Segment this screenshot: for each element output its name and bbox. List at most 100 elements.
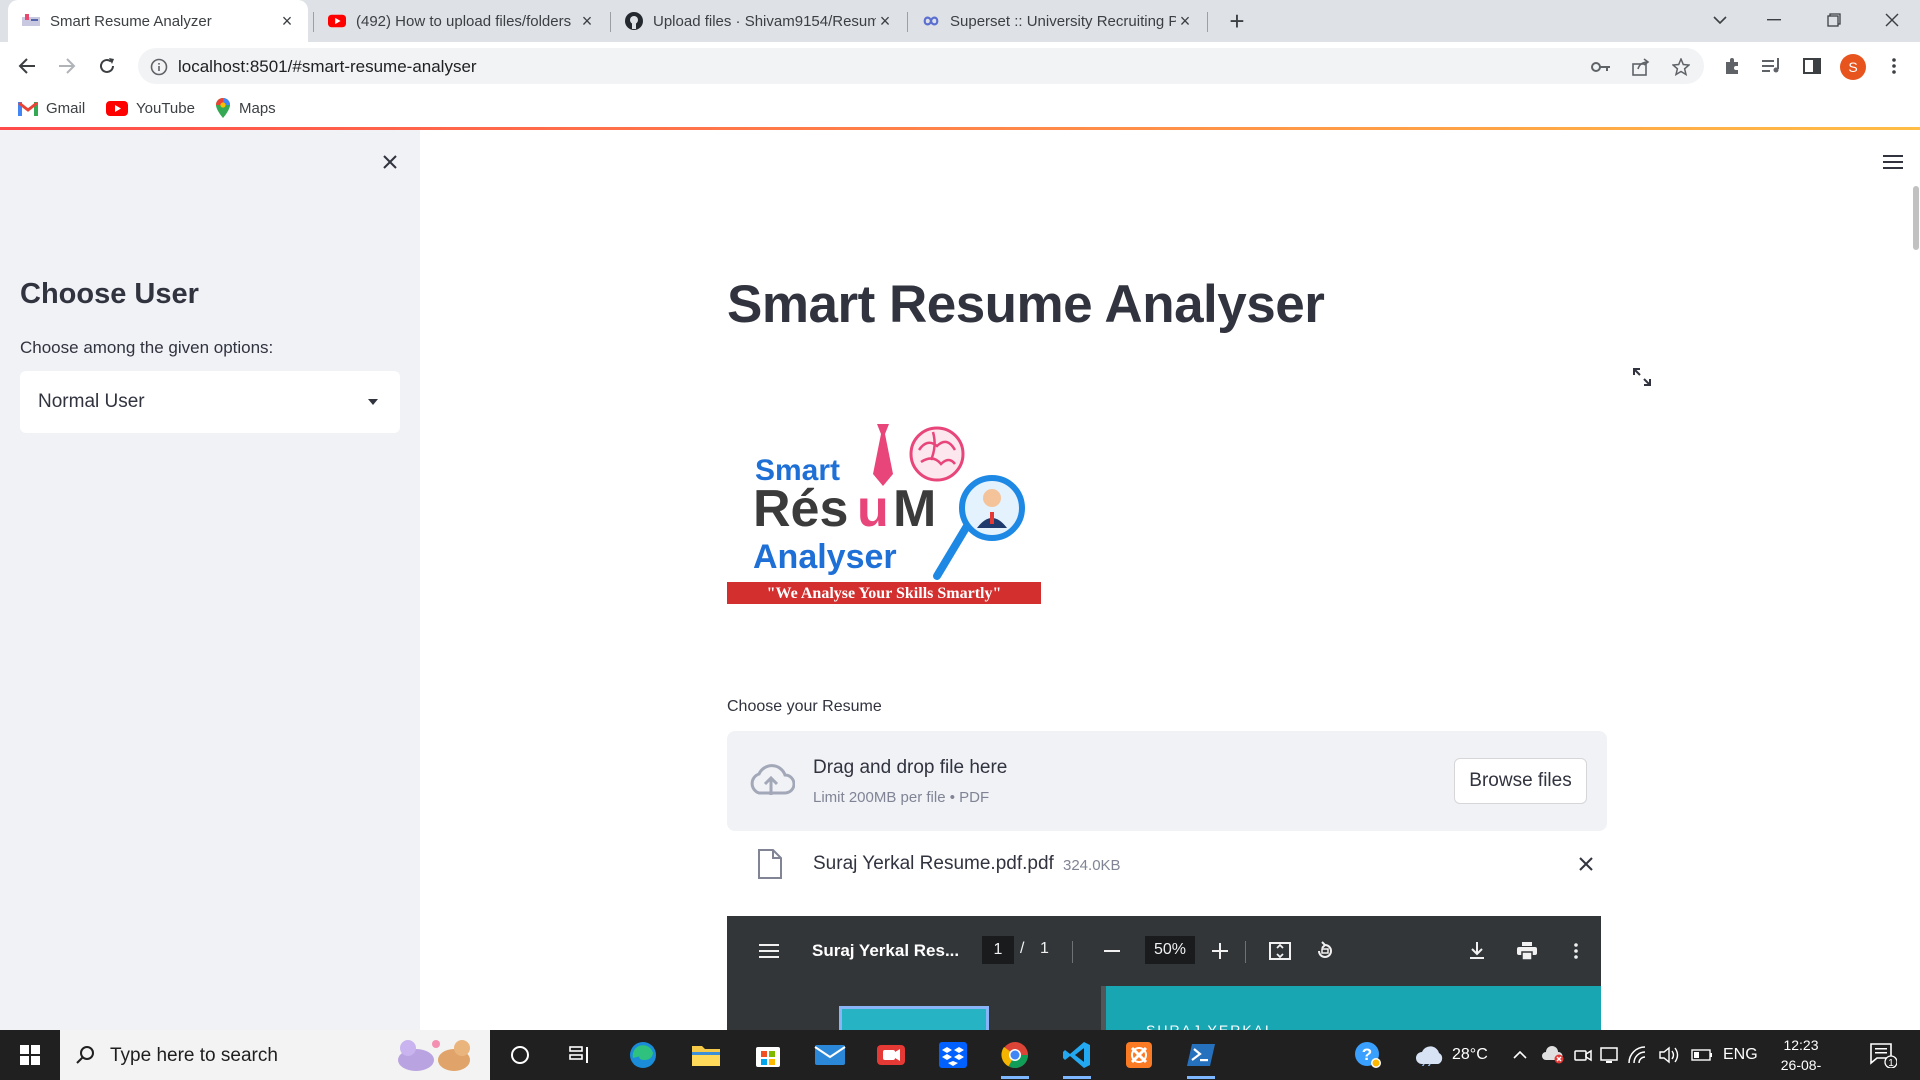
reload-icon[interactable]: [91, 50, 123, 82]
tab-superset[interactable]: Superset :: University Recruiting P ×: [908, 0, 1206, 42]
mail-icon[interactable]: [810, 1037, 850, 1073]
windows-start-icon[interactable]: [0, 1030, 60, 1080]
clock-date: 26-08-2022: [1780, 1057, 1822, 1080]
app-menu-icon[interactable]: [1880, 150, 1906, 174]
forward-icon[interactable]: [51, 50, 83, 82]
remove-file-icon[interactable]: [1575, 853, 1597, 875]
help-icon[interactable]: ?: [1354, 1030, 1382, 1080]
restore-icon[interactable]: [1806, 0, 1862, 40]
tab-title: Smart Resume Analyzer: [50, 12, 212, 30]
new-tab-button[interactable]: +: [1222, 6, 1252, 36]
key-icon[interactable]: [1590, 56, 1612, 78]
pdf-zoom-input[interactable]: 50%: [1145, 936, 1195, 964]
pdf-page-total: 1: [1040, 940, 1049, 957]
notification-center-icon[interactable]: 1: [1868, 1041, 1898, 1069]
close-tab-icon[interactable]: ×: [578, 11, 596, 31]
bookmark-star-icon[interactable]: [1670, 56, 1692, 78]
pdf-viewer: Suraj Yerkal Res... 1 / 1 50% SURAJ YERK…: [727, 916, 1601, 1030]
tab-github-upload[interactable]: Upload files · Shivam9154/Resum ×: [611, 0, 906, 42]
extensions-icon[interactable]: [1720, 54, 1744, 78]
powershell-icon[interactable]: [1181, 1037, 1221, 1079]
volume-icon[interactable]: [1659, 1030, 1681, 1080]
tab-youtube-upload[interactable]: (492) How to upload files/folders ×: [314, 0, 608, 42]
meet-now-icon[interactable]: [1574, 1030, 1592, 1080]
vscode-icon[interactable]: [1057, 1037, 1097, 1079]
print-icon[interactable]: [1514, 938, 1540, 964]
close-sidebar-icon[interactable]: [378, 150, 402, 174]
file-icon: [757, 848, 783, 880]
microsoft-store-icon[interactable]: [748, 1037, 788, 1073]
pdf-toolbar-divider: [1072, 941, 1073, 963]
weather-widget[interactable]: 28°C: [1414, 1030, 1488, 1080]
bookmarks-bar: Gmail YouTube Maps: [0, 90, 1920, 128]
tab-title: (492) How to upload files/folders: [356, 12, 572, 30]
caret-down-icon: [366, 395, 380, 409]
dropzone-limit: Limit 200MB per file • PDF: [813, 789, 990, 806]
cloud-upload-icon: [747, 761, 796, 801]
pdf-menu-icon[interactable]: [757, 939, 781, 963]
onedrive-error-icon[interactable]: [1541, 1030, 1565, 1080]
bookmark-gmail[interactable]: Gmail: [18, 96, 85, 120]
bookmark-maps[interactable]: Maps: [215, 96, 276, 120]
bookmark-label: Maps: [239, 99, 276, 117]
file-explorer-icon[interactable]: [686, 1037, 726, 1073]
xampp-icon[interactable]: [1119, 1037, 1159, 1073]
url-text: localhost:8501/#smart-resume-analyser: [178, 57, 477, 76]
side-panel-icon[interactable]: [1800, 54, 1824, 78]
bookmark-youtube[interactable]: YouTube: [106, 96, 195, 120]
tab-title: Superset :: University Recruiting P: [950, 12, 1176, 30]
show-hidden-icons-chevron-icon[interactable]: [1513, 1030, 1527, 1080]
rotate-icon[interactable]: [1312, 938, 1338, 964]
windows-taskbar: Type here to search ? 28°C ENG 12:23 26-…: [0, 1030, 1920, 1080]
browser-tab-strip: Smart Resume Analyzer × (492) How to upl…: [0, 0, 1920, 42]
github-icon: [625, 12, 643, 30]
close-tab-icon[interactable]: ×: [278, 11, 296, 31]
chrome-menu-icon[interactable]: [1882, 54, 1906, 78]
user-type-select[interactable]: Normal User: [20, 371, 400, 433]
pdf-page-preview: SURAJ YERKAL: [1106, 986, 1601, 1030]
language-indicator[interactable]: ENG: [1723, 1030, 1758, 1080]
taskbar-search-box[interactable]: Type here to search: [60, 1030, 490, 1080]
bookmark-label: YouTube: [136, 99, 195, 117]
tab-search-chevron-icon[interactable]: [1692, 0, 1748, 40]
close-tab-icon[interactable]: ×: [876, 11, 894, 31]
site-info-icon[interactable]: [148, 56, 170, 78]
notification-count: 1: [1888, 1058, 1894, 1068]
file-dropzone[interactable]: Drag and drop file here Limit 200MB per …: [727, 731, 1607, 831]
system-clock[interactable]: 12:23 26-08-2022: [1766, 1035, 1836, 1080]
pdf-page-separator: /: [1020, 940, 1025, 957]
edge-icon[interactable]: [623, 1037, 663, 1073]
pdf-toolbar-divider: [1245, 941, 1246, 963]
browse-files-button[interactable]: Browse files: [1454, 758, 1587, 804]
share-icon[interactable]: [1630, 56, 1652, 78]
close-tab-icon[interactable]: ×: [1176, 11, 1194, 31]
superset-icon: [922, 12, 940, 30]
pdf-more-icon[interactable]: [1563, 938, 1589, 964]
select-label: Choose among the given options:: [20, 338, 274, 357]
app-favicon-icon: [22, 12, 40, 30]
back-icon[interactable]: [11, 50, 43, 82]
close-window-icon[interactable]: [1864, 0, 1920, 40]
minimize-icon[interactable]: [1746, 0, 1802, 40]
tab-title: Upload files · Shivam9154/Resum: [653, 12, 876, 30]
task-view-icon[interactable]: [560, 1037, 600, 1073]
zoom-in-icon[interactable]: [1207, 938, 1233, 964]
chrome-icon[interactable]: [995, 1037, 1035, 1079]
dropbox-icon[interactable]: [933, 1037, 973, 1073]
display-icon[interactable]: [1600, 1030, 1620, 1080]
fullscreen-expand-icon[interactable]: [1631, 366, 1653, 388]
media-queue-icon[interactable]: [1760, 54, 1784, 78]
pdf-page-input[interactable]: 1: [982, 936, 1014, 964]
fit-to-page-icon[interactable]: [1267, 938, 1293, 964]
download-icon[interactable]: [1464, 938, 1490, 964]
tab-smart-resume-analyzer[interactable]: Smart Resume Analyzer ×: [8, 0, 308, 42]
zoom-out-icon[interactable]: [1099, 938, 1125, 964]
wifi-icon[interactable]: [1628, 1030, 1648, 1080]
pdf-page-thumbnail[interactable]: [839, 1006, 989, 1030]
battery-icon[interactable]: [1691, 1030, 1713, 1080]
address-bar[interactable]: localhost:8501/#smart-resume-analyser: [138, 48, 1704, 84]
cortana-icon[interactable]: [500, 1037, 540, 1073]
profile-avatar[interactable]: S: [1840, 54, 1866, 80]
scrollbar-thumb[interactable]: [1913, 186, 1919, 250]
screen-recorder-icon[interactable]: [871, 1037, 911, 1073]
